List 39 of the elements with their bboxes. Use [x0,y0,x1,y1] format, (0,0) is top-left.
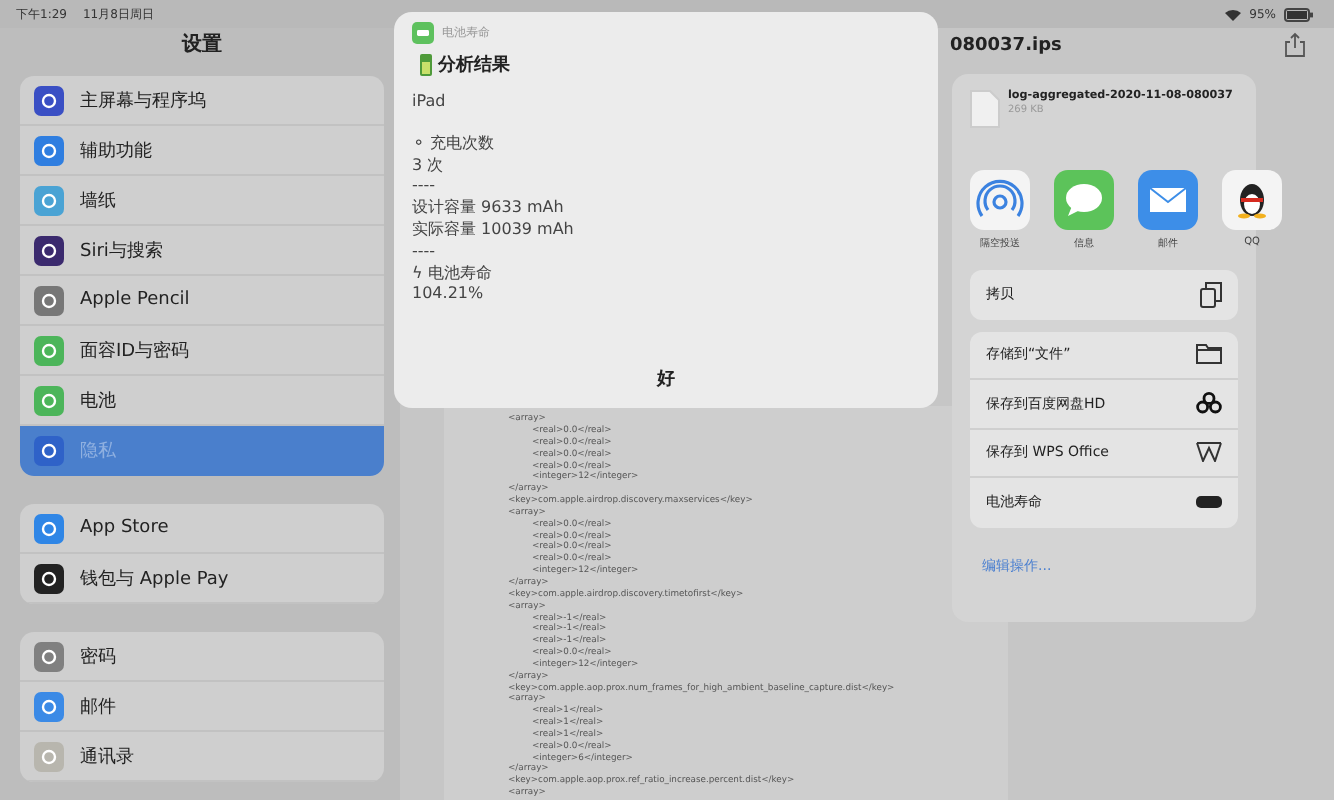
alert-text: ⚬ 充电次数 [412,133,497,156]
alert-text: 设计容量 9633 mAh [412,198,566,220]
folder-icon [1196,344,1222,365]
alert-text: ---- [412,241,438,264]
alert-title: 分析结果 [438,52,510,78]
sidebar-title: 设置 [179,31,224,60]
settings-item[interactable]: 面容ID与密码 [20,326,384,376]
alert-text: ---- [412,176,438,199]
penguin-icon [1222,170,1282,230]
wifi-icon [1223,7,1242,21]
airdrop-icon [970,170,1030,230]
settings-item[interactable]: Siri与搜索 [20,226,384,276]
settings-item[interactable]: 主屏幕与程序坞 [20,76,384,126]
ok-button[interactable]: 好 [637,362,695,396]
file-icon [970,90,1000,128]
speech-bubble-icon [1054,170,1114,230]
document-title: 080037.ips [950,35,1062,56]
app-icon [412,22,434,44]
alert-text: ϟ 电池寿命 [412,263,494,285]
settings-item[interactable]: 墙纸 [20,176,384,226]
settings-item[interactable]: 辅助功能 [20,126,384,176]
alert-text: 104.21% [412,284,486,307]
envelope-icon [1138,170,1198,230]
settings-item[interactable]: App Store [20,504,384,554]
settings-item[interactable]: Apple Pencil [20,276,384,326]
battery-icon [1284,7,1314,21]
settings-item[interactable]: 通讯录 [20,732,384,782]
three-circles-icon [1196,392,1222,415]
settings-item[interactable]: 钱包与 Apple Pay [20,554,384,604]
alert-text: iPad [412,92,448,114]
battery-icon [420,54,432,76]
settings-item[interactable]: 邮件 [20,682,384,732]
share-icon[interactable] [1284,32,1306,59]
w-logo-icon [1196,442,1222,463]
copy-icon [1200,281,1222,308]
battery-icon [1196,496,1222,509]
alert-text: 3 次 [412,155,446,177]
alert-text: 实际容量 10039 mAh [412,219,576,242]
settings-item[interactable]: 密码 [20,632,384,682]
